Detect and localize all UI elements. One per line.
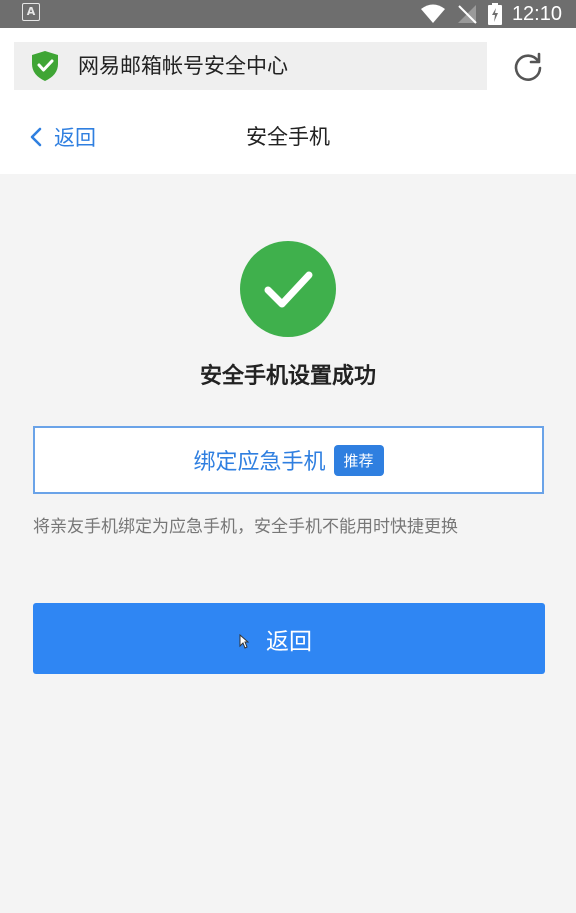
shield-check-icon	[32, 51, 58, 81]
back-label: 返回	[54, 126, 96, 150]
chevron-left-icon	[30, 127, 42, 147]
url-field[interactable]: 网易邮箱帐号安全中心	[14, 42, 487, 90]
status-bar: A 12:10	[0, 0, 576, 28]
success-check-icon	[240, 241, 336, 337]
return-button[interactable]: 返回	[33, 603, 545, 674]
bind-emergency-label: 绑定应急手机	[193, 450, 326, 475]
bind-emergency-phone-button[interactable]: 绑定应急手机 推荐	[33, 426, 544, 494]
url-title: 网易邮箱帐号安全中心	[78, 54, 288, 78]
nav-bar: 安全手机 返回	[0, 104, 576, 174]
mouse-cursor-icon	[239, 634, 249, 649]
success-message: 安全手机设置成功	[199, 364, 376, 389]
clock: 12:10	[511, 2, 562, 25]
back-button[interactable]: 返回	[30, 104, 96, 170]
no-signal-icon	[457, 5, 477, 24]
emergency-phone-description: 将亲友手机绑定为应急手机，安全手机不能用时快捷更换	[33, 517, 458, 537]
battery-icon	[487, 3, 502, 25]
wifi-icon	[420, 4, 445, 23]
recommend-badge: 推荐	[333, 444, 384, 476]
refresh-icon[interactable]	[512, 51, 544, 83]
notification-icon: A	[22, 3, 40, 21]
browser-url-bar: 网易邮箱帐号安全中心	[0, 28, 576, 105]
